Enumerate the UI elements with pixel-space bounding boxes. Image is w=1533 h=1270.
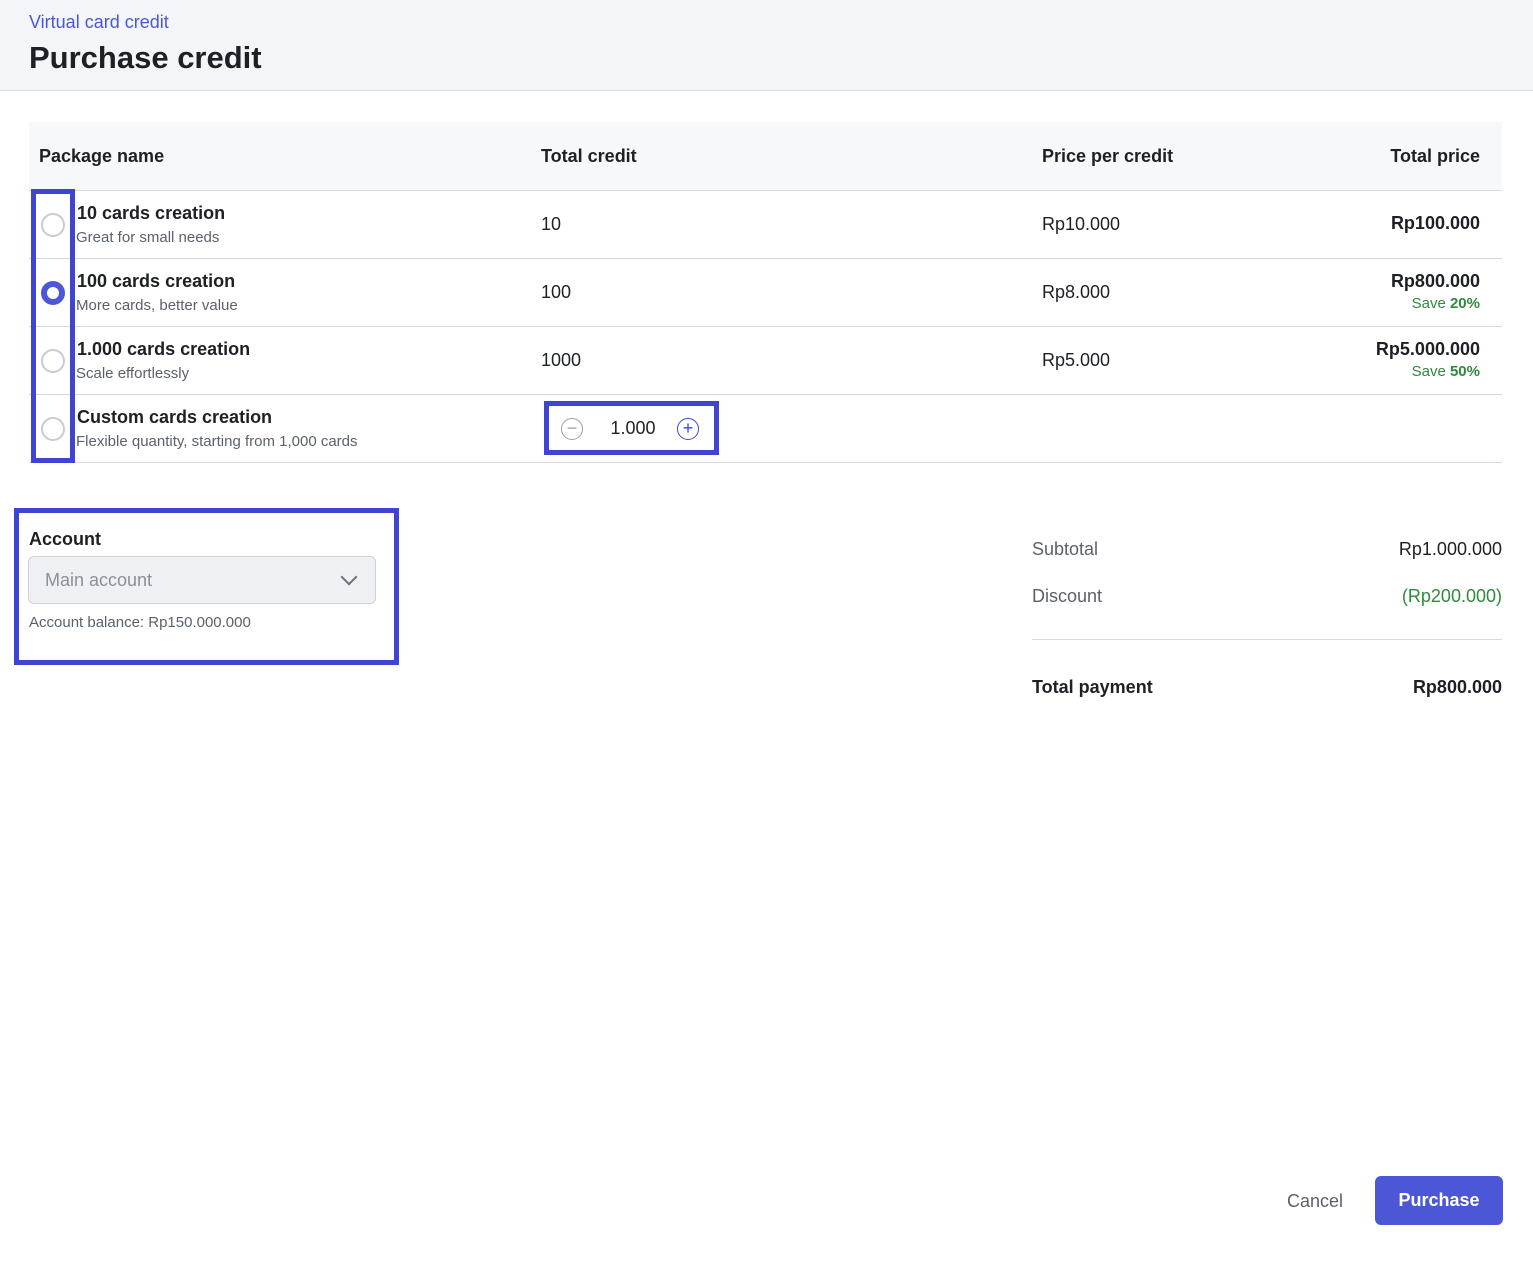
package-name: 1.000 cards creation: [77, 339, 251, 359]
column-header-total-credit: Total credit: [541, 146, 637, 166]
summary-divider: [1032, 639, 1502, 640]
column-header-package-name: Package name: [39, 146, 165, 166]
price-per-credit: Rp10.000: [1042, 214, 1121, 234]
account-select[interactable]: Main account: [28, 556, 376, 604]
table-row[interactable]: 10 cards creation Great for small needs …: [29, 191, 1502, 259]
discount-label: Discount: [1032, 586, 1103, 606]
page-title: Purchase credit: [29, 40, 262, 75]
quantity-value[interactable]: 1.000: [589, 418, 677, 439]
package-name: 100 cards creation: [77, 271, 236, 291]
total-price-value: Rp100.000: [1390, 213, 1480, 233]
total-row: Total payment Rp800.000: [1032, 673, 1502, 720]
total-credit: 10: [541, 214, 562, 234]
account-select-value: Main account: [45, 570, 153, 590]
subtotal-row: Subtotal Rp1.000.000: [1032, 535, 1502, 582]
subtotal-value: Rp1.000.000: [1398, 539, 1502, 559]
total-price: Rp100.000: [1391, 213, 1480, 234]
package-description: Flexible quantity, starting from 1,000 c…: [76, 433, 358, 450]
purchase-button[interactable]: Purchase: [1375, 1176, 1503, 1225]
total-payment-label: Total payment: [1032, 677, 1153, 697]
total-price: Rp800.000 Save 20%: [1391, 271, 1480, 312]
package-table: Package name Total credit Price per cred…: [29, 122, 1502, 463]
discount-row: Discount (Rp200.000): [1032, 582, 1502, 629]
package-description: Scale effortlessly: [76, 365, 190, 382]
subtotal-label: Subtotal: [1032, 539, 1099, 559]
total-price-value: Rp800.000: [1390, 271, 1480, 291]
account-section: Account Main account Account balance: Rp…: [14, 508, 399, 665]
chevron-down-icon: [340, 568, 358, 586]
table-row[interactable]: Custom cards creation Flexible quantity,…: [29, 395, 1502, 463]
page-header: Virtual card credit Purchase credit: [0, 0, 1533, 91]
savings-label: Save: [1411, 363, 1446, 380]
total-price-value: Rp5.000.000: [1375, 339, 1480, 359]
discount-value: (Rp200.000): [1401, 586, 1502, 606]
account-label: Account: [29, 529, 101, 549]
savings-percent: 50%: [1449, 363, 1480, 380]
quantity-stepper: − 1.000 +: [544, 401, 719, 455]
package-description: More cards, better value: [76, 297, 238, 314]
savings-percent: 20%: [1449, 295, 1480, 312]
package-name: 10 cards creation: [77, 203, 226, 223]
price-per-credit: Rp8.000: [1042, 282, 1111, 302]
package-description: Great for small needs: [76, 229, 220, 246]
price-per-credit: Rp5.000: [1042, 350, 1111, 370]
table-row[interactable]: 100 cards creation More cards, better va…: [29, 259, 1502, 327]
plus-circle-icon[interactable]: +: [677, 418, 699, 440]
total-credit: 1000: [541, 350, 582, 370]
account-balance: Account balance: Rp150.000.000: [29, 614, 251, 631]
total-price: Rp5.000.000 Save 50%: [1376, 339, 1480, 380]
savings-badge: Save 50%: [1376, 363, 1480, 380]
total-payment-value: Rp800.000: [1412, 677, 1502, 697]
breadcrumb[interactable]: Virtual card credit: [29, 12, 169, 33]
minus-circle-icon[interactable]: −: [561, 418, 583, 440]
package-name: Custom cards creation: [77, 407, 273, 427]
total-credit: 100: [541, 282, 572, 302]
radio-column-highlight: [31, 189, 75, 463]
cancel-button[interactable]: Cancel: [1268, 1177, 1362, 1225]
column-header-total-price: Total price: [1390, 146, 1480, 166]
payment-summary: Subtotal Rp1.000.000 Discount (Rp200.000…: [1032, 535, 1502, 720]
table-header: Package name Total credit Price per cred…: [29, 122, 1502, 191]
column-header-price-per-credit: Price per credit: [1042, 146, 1174, 166]
table-row[interactable]: 1.000 cards creation Scale effortlessly …: [29, 327, 1502, 395]
savings-badge: Save 20%: [1391, 295, 1480, 312]
savings-label: Save: [1411, 295, 1446, 312]
